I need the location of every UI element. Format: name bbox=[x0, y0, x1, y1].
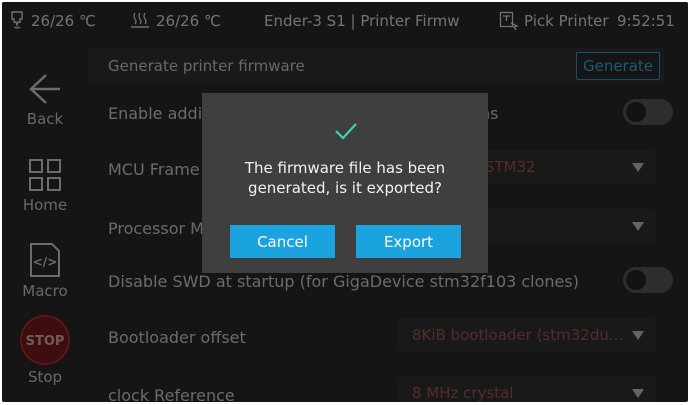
cancel-button[interactable]: Cancel bbox=[230, 225, 335, 258]
printer-screen: 26/26 ℃ 26/26 ℃ Ender-3 S1 | Printer Fir… bbox=[2, 2, 688, 402]
export-dialog: The firmware file has been generated, is… bbox=[202, 93, 488, 273]
export-button[interactable]: Export bbox=[356, 225, 461, 258]
dialog-message: The firmware file has been generated, is… bbox=[244, 159, 446, 197]
checkmark-icon bbox=[335, 123, 357, 140]
